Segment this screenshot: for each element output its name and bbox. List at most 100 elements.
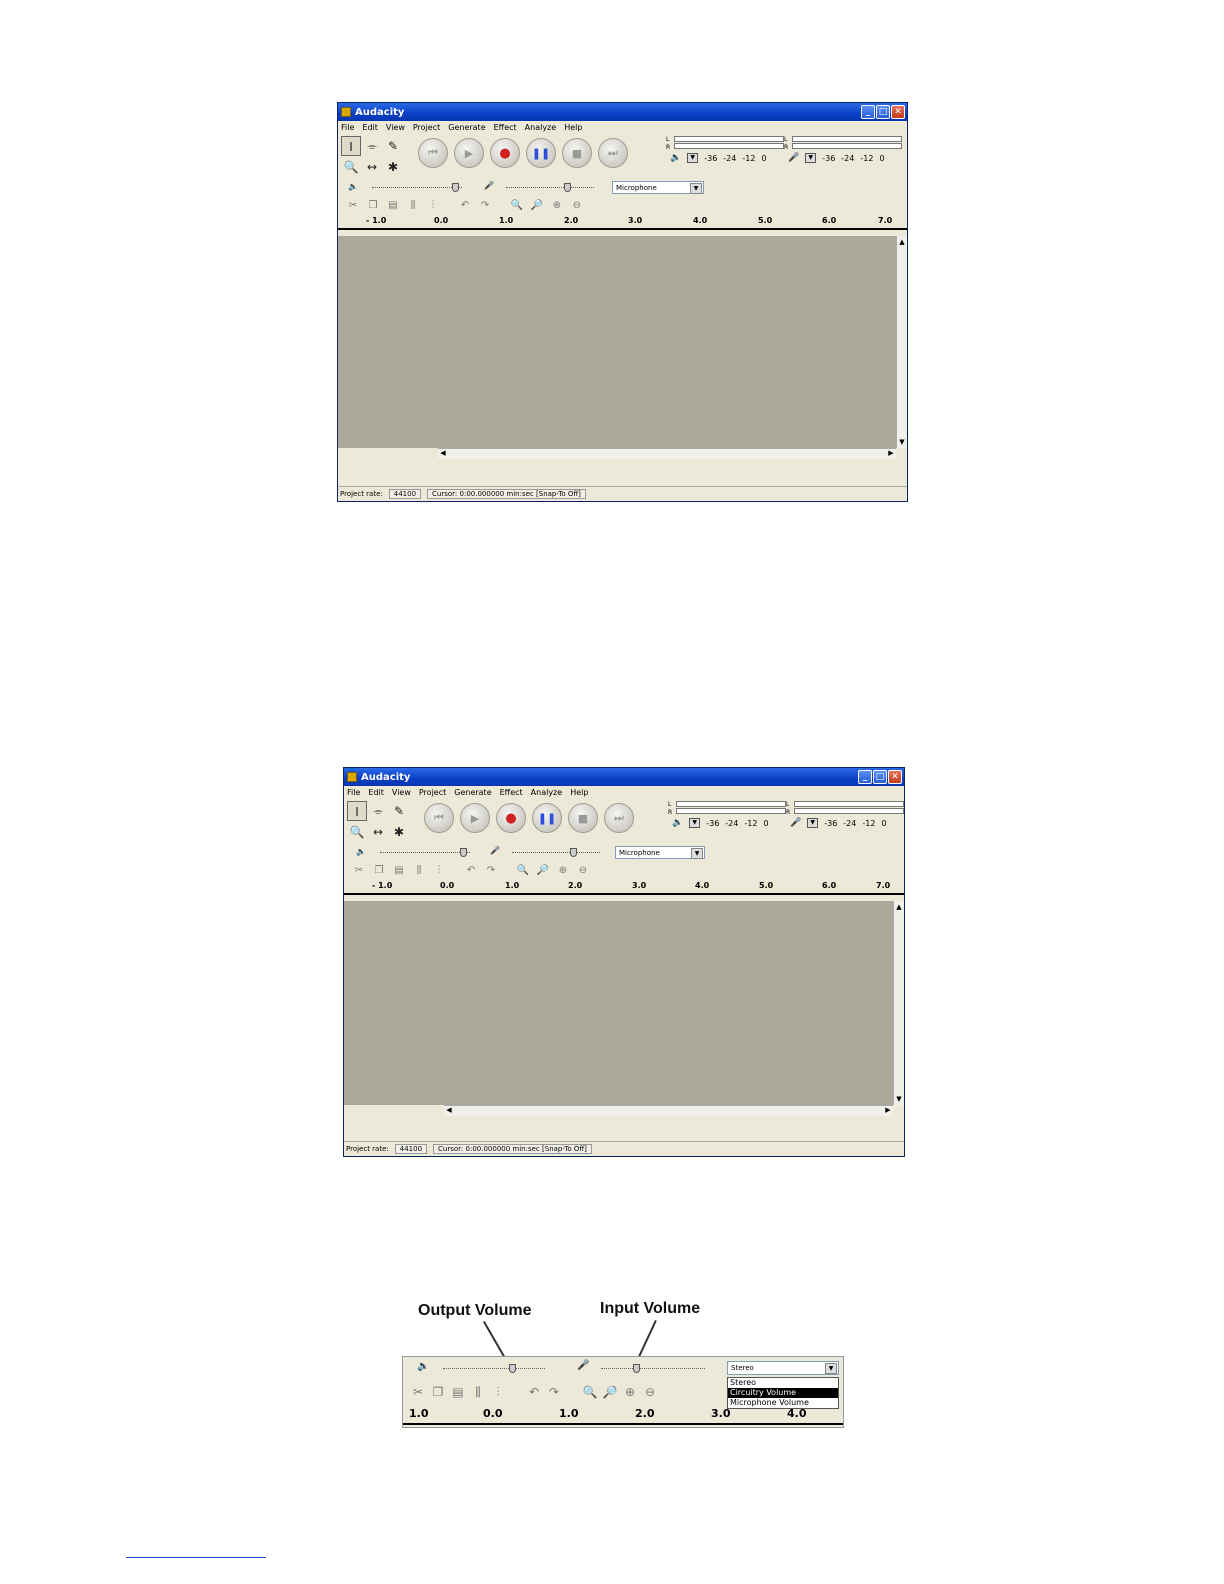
skip-to-start-button[interactable]: ⏮ [418,138,448,168]
menu-effect[interactable]: Effect [500,788,523,797]
selection-tool-icon[interactable]: I [347,801,367,821]
input-volume-thumb[interactable] [633,1364,640,1373]
vertical-scrollbar[interactable]: ▲ ▼ [893,901,904,1105]
paste-icon[interactable]: ▤ [384,200,402,211]
option-microphone-volume[interactable]: Microphone Volume [728,1398,838,1408]
cut-icon[interactable]: ✂ [409,1385,427,1399]
zoom-in-icon[interactable]: 🔍 [581,1385,599,1399]
timeline-ruler[interactable]: - 1.0 0.0 1.0 2.0 3.0 4.0 5.0 6.0 7.0 [338,214,907,230]
paste-icon[interactable]: ▤ [390,865,408,876]
stop-button[interactable]: ■ [568,803,598,833]
menu-view[interactable]: View [392,788,411,797]
close-button[interactable]: ✕ [891,105,905,119]
fit-project-icon[interactable]: ⊖ [641,1385,659,1399]
zoom-tool-icon[interactable]: 🔍 [347,822,367,842]
menu-analyze[interactable]: Analyze [531,788,563,797]
scroll-down-icon[interactable]: ▼ [894,1095,904,1103]
record-button[interactable]: ● [496,803,526,833]
source-select[interactable]: Stereo ▼ [727,1361,839,1375]
menu-help[interactable]: Help [570,788,588,797]
input-source-select[interactable]: Microphone ▼ [612,181,704,194]
maximize-button[interactable]: □ [876,105,890,119]
menu-edit[interactable]: Edit [362,123,378,132]
envelope-tool-icon[interactable]: ⌯ [362,136,382,156]
menu-view[interactable]: View [386,123,405,132]
fit-selection-icon[interactable]: ⊕ [548,200,566,211]
pause-button[interactable]: ❚❚ [526,138,556,168]
copy-icon[interactable]: ❐ [370,865,388,876]
silence-icon[interactable]: ⫶ [430,865,448,876]
output-volume-slider[interactable] [372,183,462,192]
menu-file[interactable]: File [347,788,360,797]
meter-menu-arrow[interactable]: ▼ [807,818,819,828]
option-circuitry-volume[interactable]: Circuitry Volume [728,1388,838,1398]
maximize-button[interactable]: □ [873,770,887,784]
output-volume-slider[interactable] [380,848,470,857]
output-volume-thumb[interactable] [452,183,459,192]
fit-selection-icon[interactable]: ⊕ [621,1385,639,1399]
project-rate-field[interactable]: 44100 [388,489,422,499]
zoom-out-icon[interactable]: 🔎 [601,1385,619,1399]
play-button[interactable]: ▶ [454,138,484,168]
draw-tool-icon[interactable]: ✎ [383,136,403,156]
option-stereo[interactable]: Stereo [728,1378,838,1388]
copy-icon[interactable]: ❐ [429,1385,447,1399]
meter-menu-arrow[interactable]: ▼ [687,153,699,163]
menu-edit[interactable]: Edit [368,788,384,797]
scroll-up-icon[interactable]: ▲ [894,903,904,911]
skip-to-end-button[interactable]: ⏭ [598,138,628,168]
scroll-down-icon[interactable]: ▼ [897,438,907,446]
input-volume-thumb[interactable] [570,848,577,857]
input-volume-slider[interactable] [506,183,594,192]
output-volume-thumb[interactable] [509,1364,516,1373]
horizontal-scrollbar[interactable]: ◀ ▶ [438,448,896,459]
output-volume-slider[interactable] [443,1364,545,1373]
silence-icon[interactable]: ⫶ [489,1385,507,1400]
pause-button[interactable]: ❚❚ [532,803,562,833]
timeshift-tool-icon[interactable]: ↔ [362,157,382,177]
chevron-down-icon[interactable]: ▼ [825,1363,837,1374]
scroll-up-icon[interactable]: ▲ [897,238,907,246]
menu-project[interactable]: Project [413,123,440,132]
menu-generate[interactable]: Generate [454,788,491,797]
fit-project-icon[interactable]: ⊖ [574,865,592,876]
fit-selection-icon[interactable]: ⊕ [554,865,572,876]
meter-menu-arrow[interactable]: ▼ [689,818,701,828]
cut-icon[interactable]: ✂ [344,200,362,211]
timeshift-tool-icon[interactable]: ↔ [368,822,388,842]
fit-project-icon[interactable]: ⊖ [568,200,586,211]
input-volume-thumb[interactable] [564,183,571,192]
undo-icon[interactable]: ↶ [462,865,480,876]
meter-menu-arrow[interactable]: ▼ [805,153,817,163]
input-volume-slider[interactable] [601,1364,705,1373]
input-volume-slider[interactable] [512,848,600,857]
skip-to-end-button[interactable]: ⏭ [604,803,634,833]
zoom-in-icon[interactable]: 🔍 [514,865,532,876]
paste-icon[interactable]: ▤ [449,1385,467,1399]
minimize-button[interactable]: _ [861,105,875,119]
menu-effect[interactable]: Effect [494,123,517,132]
undo-icon[interactable]: ↶ [525,1385,543,1399]
output-volume-thumb[interactable] [460,848,467,857]
menu-file[interactable]: File [341,123,354,132]
close-button[interactable]: ✕ [888,770,902,784]
trim-icon[interactable]: ⫼ [404,200,422,211]
horizontal-scrollbar[interactable]: ◀ ▶ [444,1105,893,1116]
menu-generate[interactable]: Generate [448,123,485,132]
silence-icon[interactable]: ⫶ [424,200,442,211]
redo-icon[interactable]: ↷ [545,1385,563,1399]
minimize-button[interactable]: _ [858,770,872,784]
vertical-scrollbar[interactable]: ▲ ▼ [896,236,907,448]
multi-tool-icon[interactable]: ✱ [389,822,409,842]
scroll-left-icon[interactable]: ◀ [438,449,448,457]
menu-analyze[interactable]: Analyze [525,123,557,132]
chevron-down-icon[interactable]: ▼ [691,848,703,859]
redo-icon[interactable]: ↷ [482,865,500,876]
selection-tool-icon[interactable]: I [341,136,361,156]
track-area[interactable] [344,901,893,1105]
timeline-ruler[interactable]: - 1.0 0.0 1.0 2.0 3.0 4.0 5.0 6.0 7.0 [344,879,904,895]
stop-button[interactable]: ■ [562,138,592,168]
chevron-down-icon[interactable]: ▼ [690,183,702,194]
redo-icon[interactable]: ↷ [476,200,494,211]
skip-to-start-button[interactable]: ⏮ [424,803,454,833]
